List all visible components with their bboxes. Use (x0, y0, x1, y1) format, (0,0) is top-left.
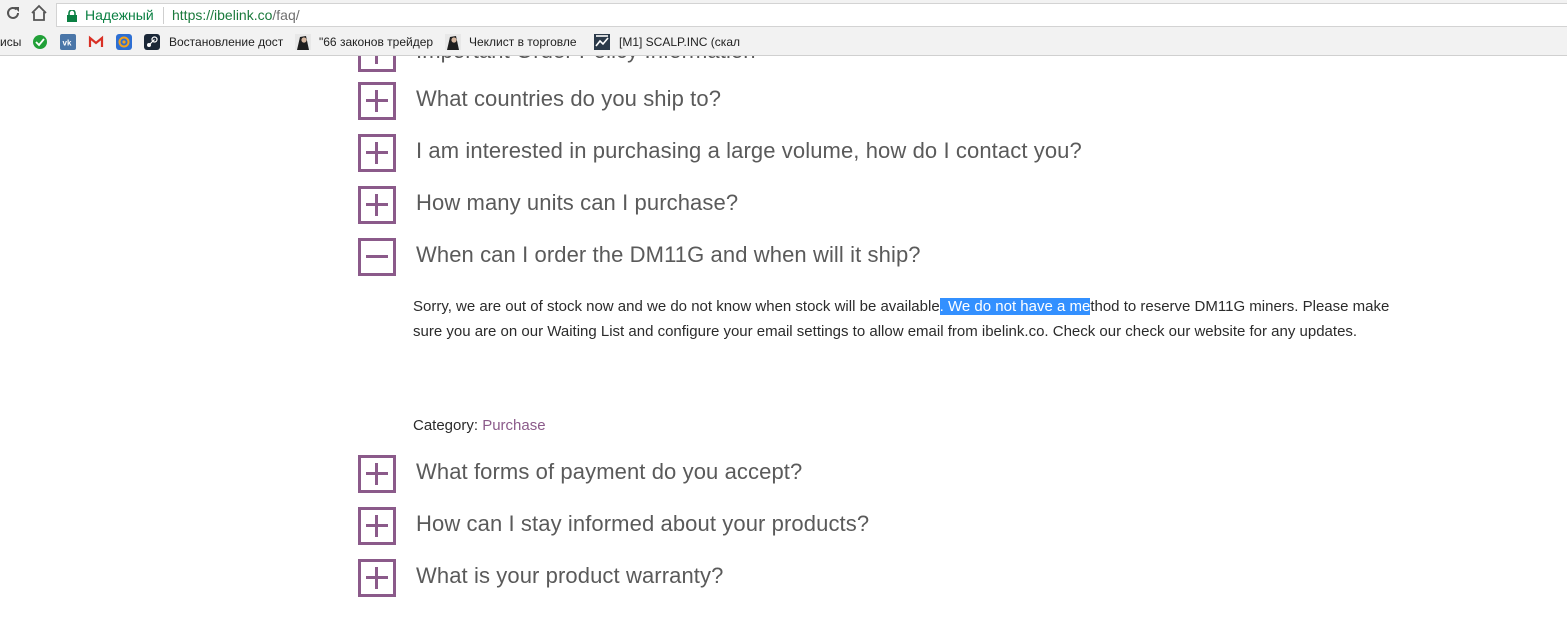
bookmark-mail[interactable] (116, 30, 136, 56)
faq-question[interactable]: How can I stay informed about your produ… (416, 511, 869, 537)
expand-toggle[interactable] (358, 559, 396, 597)
faq-question[interactable]: Important Order Policy Information (416, 56, 756, 64)
bookmark-label: Чеклист в торговле (469, 35, 577, 49)
minus-icon (366, 255, 388, 258)
faq-question[interactable]: What forms of payment do you accept? (416, 459, 802, 485)
bookmark-label: [M1] SCALP.INC (скал (619, 35, 740, 49)
collapse-toggle[interactable] (358, 238, 396, 276)
category-line: Category: Purchase (413, 417, 546, 434)
bookmark-steam[interactable]: Востановление дост (144, 30, 284, 56)
plus-icon-vertical (375, 90, 378, 112)
bookmark-gmail[interactable] (88, 30, 108, 56)
category-label: Category: (413, 417, 483, 434)
expand-toggle[interactable] (358, 455, 396, 493)
faq-question[interactable]: When can I order the DM11G and when will… (416, 242, 921, 268)
bookmark-label: исы (0, 35, 22, 49)
portrait-icon (295, 34, 311, 50)
answer-text: Sorry, we are out of stock now and we do… (413, 298, 940, 315)
address-bar[interactable]: Надежный https://ibelink.co/faq/ (56, 3, 1567, 27)
lock-icon (67, 9, 77, 27)
expand-toggle[interactable] (358, 82, 396, 120)
svg-text:vk: vk (63, 39, 72, 48)
secure-label: Надежный (85, 7, 154, 23)
expand-toggle[interactable] (358, 507, 396, 545)
plus-icon-vertical (375, 194, 378, 216)
chart-icon (594, 34, 610, 50)
bookmark-scalp[interactable]: [M1] SCALP.INC (скал (594, 30, 744, 56)
portrait-icon (445, 34, 461, 50)
faq-question[interactable]: What countries do you ship to? (416, 86, 721, 112)
plus-icon-vertical (375, 515, 378, 537)
bookmarks-bar: исы vk Востановление дост "66 законов тр… (0, 30, 1567, 56)
url-path: /faq/ (272, 7, 300, 23)
browser-toolbar: Надежный https://ibelink.co/faq/ (0, 0, 1567, 30)
url-text[interactable]: https://ibelink.co/faq/ (172, 7, 300, 23)
faq-page: Important Order Policy Information What … (0, 56, 1567, 638)
faq-question[interactable]: What is your product warranty? (416, 563, 723, 589)
url-separator (163, 7, 164, 24)
plus-icon-vertical (375, 142, 378, 164)
steam-icon (144, 34, 160, 50)
bookmark-checklist[interactable]: Чеклист в торговле (445, 30, 585, 56)
plus-icon-vertical (375, 567, 378, 589)
expand-toggle[interactable] (358, 56, 396, 72)
bookmark-apps[interactable]: исы (0, 30, 28, 56)
expand-toggle[interactable] (358, 186, 396, 224)
url-host: https://ibelink.co (172, 7, 273, 23)
bookmark-label: "66 законов трейдер (319, 35, 434, 49)
faq-answer: Sorry, we are out of stock now and we do… (413, 294, 1403, 344)
plus-icon-vertical (375, 463, 378, 485)
bookmark-vk[interactable]: vk (60, 30, 80, 56)
sberbank-icon (32, 34, 48, 50)
faq-question[interactable]: I am interested in purchasing a large vo… (416, 138, 1082, 164)
gmail-icon (88, 34, 104, 50)
plus-icon-vertical (375, 56, 378, 64)
mail-at-icon (116, 34, 132, 50)
home-icon[interactable] (30, 4, 50, 24)
bookmark-sberbank[interactable] (32, 30, 52, 56)
reload-icon[interactable] (4, 4, 24, 24)
bookmark-label: Востановление дост (169, 35, 284, 49)
bookmark-66-laws[interactable]: "66 законов трейдер (295, 30, 435, 56)
selected-text: . We do not have a me (939, 298, 1091, 315)
category-link[interactable]: Purchase (482, 417, 545, 434)
faq-question[interactable]: How many units can I purchase? (416, 190, 738, 216)
vk-icon: vk (60, 34, 76, 50)
expand-toggle[interactable] (358, 134, 396, 172)
